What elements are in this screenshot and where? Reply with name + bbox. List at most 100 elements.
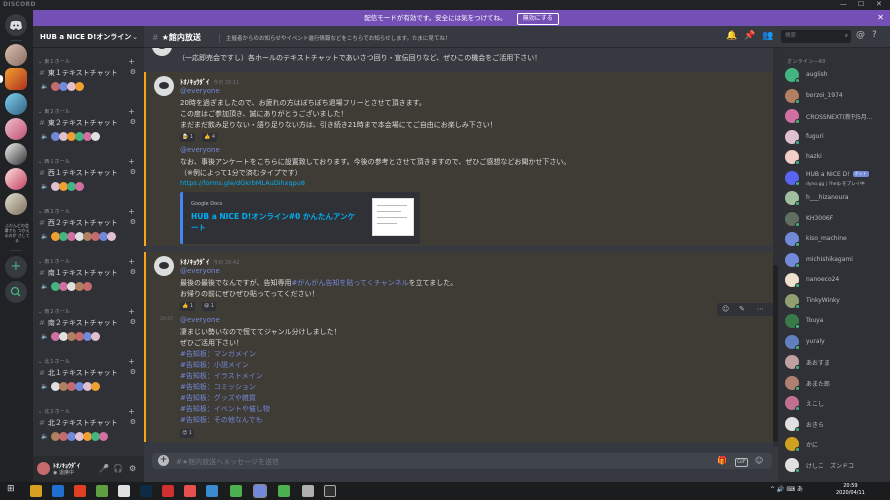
add-reaction-icon[interactable]: ☺ [722,303,729,316]
avatar[interactable] [91,132,100,141]
disable-streamer-mode-button[interactable]: 無効にする [516,13,559,25]
everyone-mention[interactable]: @everyone [180,316,220,324]
add-channel-icon[interactable]: + [128,257,135,266]
app-icon[interactable] [324,485,336,497]
message-input[interactable]: + #★館内放送へメッセージを送信 🎁 GIF ☺ [152,453,772,469]
reaction-heart-eyes[interactable]: 😍 1 [180,429,194,438]
embed-thumbnail[interactable] [372,198,414,236]
member-item[interactable]: KH3006F [785,210,889,228]
explore-servers-icon[interactable] [5,281,27,303]
member-item[interactable]: Touya [785,312,889,330]
member-item[interactable]: おきら [785,415,889,433]
banner-close-icon[interactable]: ✕ [877,10,884,26]
pin-icon[interactable]: 📌 [744,31,755,41]
clock[interactable]: 20:59 2020/04/11 [836,483,865,497]
chrome-icon[interactable] [230,485,242,497]
channel-mention[interactable]: #告知板：その他なんでも [180,415,263,425]
channel-mention[interactable]: #がんがん告知を貼ってくチャンネル [292,279,409,287]
app-icon[interactable] [184,485,196,497]
chrome-icon[interactable] [278,485,290,497]
member-item[interactable]: かに [785,435,889,453]
category-header[interactable]: ⌄ 西２ホール + [38,207,138,216]
member-item[interactable]: あまた郎 [785,374,889,392]
user-settings-icon[interactable]: ⚙ [129,464,136,473]
system-tray[interactable]: ^ 🔊 ⌨ あ [770,484,803,493]
channel-mention[interactable]: #告知板：グッズや雑貨 [180,393,256,403]
minimize-button[interactable]: — [840,0,847,8]
avatar[interactable] [154,256,174,276]
edit-icon[interactable]: ✎ [739,303,745,316]
text-channel[interactable]: # 北１テキストチャット ⚙ [39,368,139,378]
add-channel-icon[interactable]: + [128,57,135,66]
voice-channel-users[interactable]: 🔈 [41,332,141,342]
avatar[interactable] [107,232,116,241]
member-item[interactable]: HUB a NICE D! ボット dyno.gg | ?help をプレイ中 [785,169,889,187]
add-channel-icon[interactable]: + [128,357,135,366]
avatar[interactable] [91,382,100,391]
start-icon[interactable]: ⊞ [7,484,15,494]
channel-settings-icon[interactable]: ⚙ [130,168,136,176]
server-header[interactable]: HUB a NICE D!オンライン ⌄ [33,26,144,48]
avatar[interactable] [91,332,100,341]
channel-settings-icon[interactable]: ⚙ [130,118,136,126]
text-channel[interactable]: # 西１テキストチャット ⚙ [39,168,139,178]
members-icon[interactable]: 👥 [762,31,773,41]
app-icon[interactable] [74,485,86,497]
text-channel[interactable]: # 東２テキストチャット ⚙ [39,118,139,128]
add-channel-icon[interactable]: + [128,207,135,216]
server-icon-6[interactable] [5,168,27,190]
channel-mention[interactable]: #告知板：コミッション [180,382,256,392]
upload-icon[interactable]: + [158,455,169,466]
member-item[interactable]: yuraly [785,333,889,351]
text-channel[interactable]: # 北２テキストチャット ⚙ [39,418,139,428]
reaction-thumbs-up[interactable]: 👍 1 [180,302,195,311]
chrome-icon[interactable] [206,485,218,497]
app-icon[interactable] [162,485,174,497]
channel-mention[interactable]: #告知板：イラストメイン [180,371,263,381]
voice-channel-users[interactable]: 🔈 [41,432,141,442]
embed-title[interactable]: HUB a NICE D!オンライン#0 かんたんアンケート [191,211,361,233]
category-header[interactable]: ⌄ 北２ホール + [38,407,138,416]
voice-channel-users[interactable]: 🔈 [41,282,141,292]
bell-icon[interactable]: 🔔 [726,31,737,41]
member-item[interactable]: あおすま [785,353,889,371]
server-icon-1[interactable] [5,44,27,66]
server-icon-4[interactable] [5,118,27,140]
category-header[interactable]: ⌄ 北１ホール + [38,357,138,366]
avatar[interactable] [152,48,172,56]
app-icon[interactable] [96,485,108,497]
maximize-button[interactable]: ☐ [858,0,864,8]
voice-channel-users[interactable]: 🔈 [41,232,141,242]
server-icon-3[interactable] [5,93,27,115]
voice-channel-users[interactable]: 🔈 [41,382,141,392]
category-header[interactable]: ⌄ 南１ホール + [38,257,138,266]
avatar[interactable] [75,182,84,191]
voice-channel-users[interactable]: 🔈 [41,182,141,192]
help-icon[interactable]: ? [872,30,877,40]
reaction-thumbs-up[interactable]: 👍 4 [202,133,217,142]
avatar[interactable] [99,432,108,441]
survey-link[interactable]: https://forms.gle/dGkrbMLAuDihxqpu8 [180,179,305,187]
more-icon[interactable]: ⋯ [757,303,764,316]
mention-icon[interactable]: @ [856,30,865,40]
channel-settings-icon[interactable]: ⚙ [130,268,136,276]
app-icon[interactable] [118,485,130,497]
text-channel[interactable]: # 西２テキストチャット ⚙ [39,218,139,228]
headset-icon[interactable]: 🎧 [113,464,123,473]
everyone-mention[interactable]: @everyone [180,87,220,95]
category-header[interactable]: ⌄ 東１ホール + [38,57,138,66]
member-item[interactable]: kiso_machine [785,230,889,248]
channel-settings-icon[interactable]: ⚙ [130,68,136,76]
channel-settings-icon[interactable]: ⚙ [130,318,136,326]
server-icon-5[interactable] [5,143,27,165]
add-channel-icon[interactable]: + [128,307,135,316]
emoji-icon[interactable]: ☺ [755,456,763,465]
member-item[interactable]: nanoeco24 [785,271,889,289]
mic-icon[interactable]: 🎤 [99,464,109,473]
category-header[interactable]: ⌄ 南２ホール + [38,307,138,316]
everyone-mention[interactable]: @everyone [180,146,220,154]
member-item[interactable]: hazki [785,148,889,166]
text-channel[interactable]: # 東１テキストチャット ⚙ [39,68,139,78]
member-item[interactable]: TinkyWinky [785,292,889,310]
everyone-mention[interactable]: @everyone [180,267,220,275]
